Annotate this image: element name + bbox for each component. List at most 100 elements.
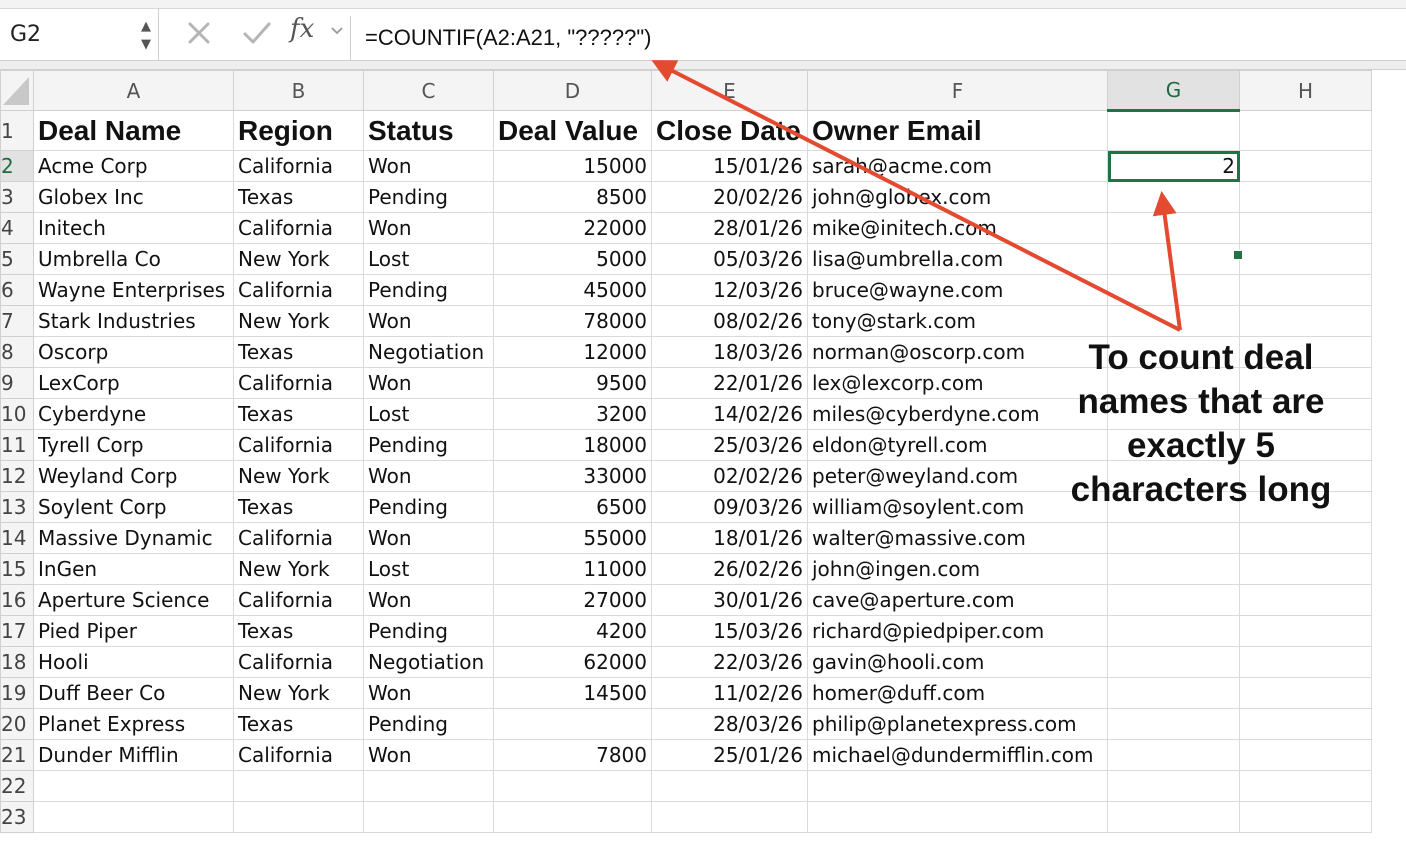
cell-region[interactable]: Texas bbox=[233, 491, 364, 523]
cell-close-date[interactable]: 25/01/26 bbox=[651, 739, 808, 771]
cell-status[interactable]: Won bbox=[363, 460, 494, 492]
cell-deal-name[interactable]: Stark Industries bbox=[33, 305, 234, 337]
cell-g[interactable] bbox=[1107, 739, 1240, 771]
cell-status[interactable]: Pending bbox=[363, 491, 494, 523]
cell-close-date[interactable]: 22/01/26 bbox=[651, 367, 808, 399]
cell-deal-name[interactable]: Hooli bbox=[33, 646, 234, 678]
cell-h[interactable] bbox=[1239, 243, 1372, 275]
row-header[interactable]: 4 bbox=[0, 212, 34, 244]
cell-deal-value[interactable]: 62000 bbox=[493, 646, 652, 678]
cell-deal-name[interactable]: LexCorp bbox=[33, 367, 234, 399]
cell-g[interactable] bbox=[1107, 305, 1240, 337]
header-cell-deal-value[interactable]: Deal Value bbox=[493, 110, 652, 151]
empty-cell[interactable] bbox=[363, 801, 494, 833]
cell-deal-value[interactable]: 11000 bbox=[493, 553, 652, 585]
cell-h[interactable] bbox=[1239, 274, 1372, 306]
empty-cell[interactable] bbox=[233, 770, 364, 802]
cell-status[interactable]: Won bbox=[363, 584, 494, 616]
row-header[interactable]: 10 bbox=[0, 398, 34, 430]
cell-deal-name[interactable]: Pied Piper bbox=[33, 615, 234, 647]
cell-region[interactable]: California bbox=[233, 646, 364, 678]
cell-deal-name[interactable]: Umbrella Co bbox=[33, 243, 234, 275]
caret-up-icon[interactable]: ▲ bbox=[138, 18, 154, 36]
name-box-stepper[interactable]: ▲ ▼ bbox=[138, 18, 154, 58]
row-header[interactable]: 7 bbox=[0, 305, 34, 337]
cell-deal-name[interactable]: Acme Corp bbox=[33, 150, 234, 182]
cell-region[interactable]: Texas bbox=[233, 336, 364, 368]
cell-region[interactable]: Texas bbox=[233, 181, 364, 213]
cell-close-date[interactable]: 11/02/26 bbox=[651, 677, 808, 709]
cell-g[interactable] bbox=[1107, 243, 1240, 275]
cell-deal-value[interactable]: 22000 bbox=[493, 212, 652, 244]
row-header-1[interactable]: 1 bbox=[0, 110, 34, 151]
cell-close-date[interactable]: 26/02/26 bbox=[651, 553, 808, 585]
cell-deal-value[interactable]: 8500 bbox=[493, 181, 652, 213]
cell-close-date[interactable]: 28/03/26 bbox=[651, 708, 808, 740]
row-header[interactable]: 17 bbox=[0, 615, 34, 647]
cell-owner-email[interactable]: lisa@umbrella.com bbox=[807, 243, 1108, 275]
cell-owner-email[interactable]: philip@planetexpress.com bbox=[807, 708, 1108, 740]
row-header[interactable]: 6 bbox=[0, 274, 34, 306]
cell-deal-value[interactable] bbox=[493, 708, 652, 740]
row-header[interactable]: 18 bbox=[0, 646, 34, 678]
cell-close-date[interactable]: 08/02/26 bbox=[651, 305, 808, 337]
cell-deal-name[interactable]: Planet Express bbox=[33, 708, 234, 740]
column-header-c[interactable]: C bbox=[363, 70, 494, 111]
cell-deal-name[interactable]: Oscorp bbox=[33, 336, 234, 368]
cell-close-date[interactable]: 25/03/26 bbox=[651, 429, 808, 461]
cell-region[interactable]: California bbox=[233, 522, 364, 554]
cell-status[interactable]: Pending bbox=[363, 181, 494, 213]
empty-cell[interactable] bbox=[33, 801, 234, 833]
cell-status[interactable]: Won bbox=[363, 522, 494, 554]
column-header-f[interactable]: F bbox=[807, 70, 1108, 111]
cell-region[interactable]: New York bbox=[233, 677, 364, 709]
cell-region[interactable]: California bbox=[233, 274, 364, 306]
cell-h[interactable] bbox=[1239, 708, 1372, 740]
cell-deal-name[interactable]: Soylent Corp bbox=[33, 491, 234, 523]
cell-region[interactable]: Texas bbox=[233, 398, 364, 430]
cell-close-date[interactable]: 09/03/26 bbox=[651, 491, 808, 523]
cell-close-date[interactable]: 12/03/26 bbox=[651, 274, 808, 306]
cell-deal-value[interactable]: 55000 bbox=[493, 522, 652, 554]
row-header[interactable]: 22 bbox=[0, 770, 34, 802]
cell-h[interactable] bbox=[1239, 181, 1372, 213]
cell-deal-value[interactable]: 18000 bbox=[493, 429, 652, 461]
cell-close-date[interactable]: 05/03/26 bbox=[651, 243, 808, 275]
cell-owner-email[interactable]: homer@duff.com bbox=[807, 677, 1108, 709]
cell-h[interactable] bbox=[1239, 677, 1372, 709]
cell-region[interactable]: California bbox=[233, 150, 364, 182]
cell-deal-value[interactable]: 14500 bbox=[493, 677, 652, 709]
empty-cell[interactable] bbox=[493, 770, 652, 802]
cell-g[interactable] bbox=[1107, 677, 1240, 709]
cell-close-date[interactable]: 02/02/26 bbox=[651, 460, 808, 492]
row-header[interactable]: 8 bbox=[0, 336, 34, 368]
cell-close-date[interactable]: 22/03/26 bbox=[651, 646, 808, 678]
cell-deal-name[interactable]: Wayne Enterprises bbox=[33, 274, 234, 306]
column-header-h[interactable]: H bbox=[1239, 70, 1372, 111]
cell-deal-name[interactable]: Tyrell Corp bbox=[33, 429, 234, 461]
cell-h[interactable] bbox=[1239, 150, 1372, 182]
column-header-g[interactable]: G bbox=[1107, 70, 1240, 112]
select-all-corner[interactable] bbox=[0, 70, 34, 111]
header-cell-region[interactable]: Region bbox=[233, 110, 364, 151]
cell-region[interactable]: California bbox=[233, 584, 364, 616]
cell-owner-email[interactable]: gavin@hooli.com bbox=[807, 646, 1108, 678]
empty-cell[interactable] bbox=[1107, 801, 1240, 833]
row-header[interactable]: 2 bbox=[0, 150, 34, 182]
header-cell-close-date[interactable]: Close Date bbox=[651, 110, 808, 151]
cell-status[interactable]: Lost bbox=[363, 553, 494, 585]
cell-h[interactable] bbox=[1239, 553, 1372, 585]
cell-h1[interactable] bbox=[1239, 110, 1372, 151]
cell-region[interactable]: California bbox=[233, 367, 364, 399]
cell-close-date[interactable]: 18/03/26 bbox=[651, 336, 808, 368]
column-header-e[interactable]: E bbox=[651, 70, 808, 111]
column-header-d[interactable]: D bbox=[493, 70, 652, 111]
row-header[interactable]: 14 bbox=[0, 522, 34, 554]
cell-deal-name[interactable]: Duff Beer Co bbox=[33, 677, 234, 709]
row-header[interactable]: 20 bbox=[0, 708, 34, 740]
row-header[interactable]: 11 bbox=[0, 429, 34, 461]
cell-status[interactable]: Won bbox=[363, 212, 494, 244]
row-header[interactable]: 23 bbox=[0, 801, 34, 833]
empty-cell[interactable] bbox=[33, 770, 234, 802]
cell-close-date[interactable]: 20/02/26 bbox=[651, 181, 808, 213]
